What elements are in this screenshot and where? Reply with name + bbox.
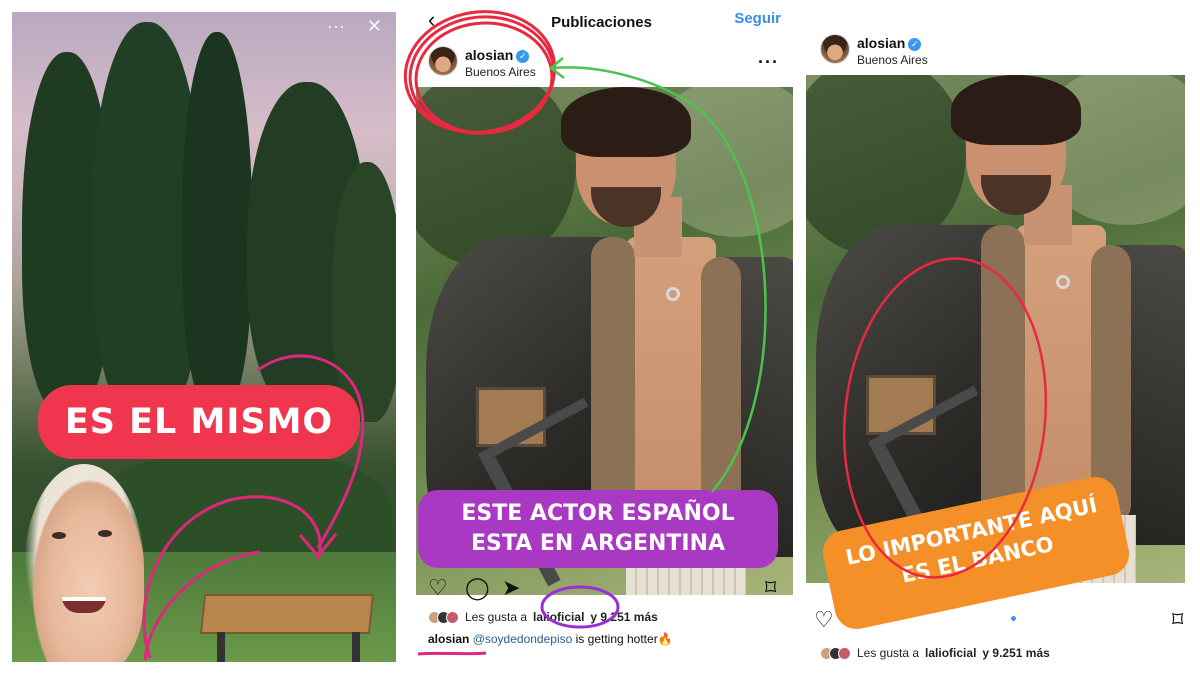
post-header: alosian ✓ Buenos Aires: [802, 32, 1185, 76]
location[interactable]: Buenos Aires: [857, 53, 928, 67]
liker-avatars: [820, 646, 851, 660]
liker-avatars: [428, 610, 459, 624]
username-text[interactable]: alosian: [857, 35, 905, 51]
username[interactable]: alosian ✓: [857, 35, 922, 51]
likes-line[interactable]: Les gusta a lalioficial y 9.251 más: [820, 646, 1050, 660]
tree: [332, 162, 396, 422]
story-controls: ··· ✕: [327, 16, 382, 37]
bench: [199, 594, 375, 634]
avatar[interactable]: [428, 46, 458, 76]
location[interactable]: Buenos Aires: [465, 65, 536, 79]
likes-count[interactable]: y 9.251 más: [590, 610, 657, 624]
bench-leg: [217, 632, 225, 662]
heart-icon[interactable]: ♡: [428, 574, 448, 602]
pendant: [1056, 275, 1070, 289]
bench-leg: [352, 632, 360, 662]
likes-user[interactable]: lalioficial: [533, 610, 584, 624]
caption: alosian @soydedondepiso is getting hotte…: [428, 632, 673, 646]
likes-line[interactable]: Les gusta a lalioficial y 9.251 más: [428, 610, 658, 624]
pendant: [666, 287, 680, 301]
share-icon[interactable]: ➤: [502, 574, 520, 602]
action-bar: ♡ ◯ ➤ ⌑: [410, 574, 793, 602]
likes-user[interactable]: lalioficial: [925, 646, 976, 660]
bookmark-icon[interactable]: ⌑: [1172, 606, 1183, 634]
likes-prefix: Les gusta a: [857, 646, 920, 660]
hair: [561, 87, 691, 157]
story-panel: ··· ✕: [12, 12, 396, 662]
hair: [951, 75, 1081, 145]
sticker-actor-espanol: ESTE ACTOR ESPAÑOL ESTA EN ARGENTINA: [418, 490, 778, 568]
username-text[interactable]: alosian: [465, 47, 513, 63]
username[interactable]: alosian ✓: [465, 47, 530, 63]
person-face: [24, 464, 144, 662]
caption-user[interactable]: alosian: [428, 632, 469, 646]
sticker-es-el-mismo: ES EL MISMO: [38, 385, 360, 459]
tree: [182, 32, 252, 412]
more-icon[interactable]: ···: [327, 16, 345, 37]
eye: [98, 530, 112, 537]
more-icon[interactable]: ···: [758, 52, 779, 73]
avatar[interactable]: [820, 34, 850, 64]
carousel-dot: [1011, 616, 1016, 621]
bookmark-icon[interactable]: ⌑: [765, 574, 776, 602]
post-header: alosian ✓ Buenos Aires ···: [410, 44, 793, 88]
close-icon[interactable]: ✕: [367, 16, 382, 37]
likes-count[interactable]: y 9.251 más: [982, 646, 1049, 660]
heart-icon[interactable]: ♡: [814, 606, 834, 634]
likes-prefix: Les gusta a: [465, 610, 528, 624]
eye: [52, 532, 66, 539]
top-bar: ‹ Publicaciones Seguir: [410, 4, 793, 38]
caption-text: is getting hotter🔥: [575, 632, 673, 646]
verified-icon: ✓: [516, 50, 530, 63]
comment-icon[interactable]: ◯: [465, 574, 490, 602]
caption-mention[interactable]: @soydedondepiso: [473, 632, 573, 646]
verified-icon: ✓: [908, 38, 922, 51]
post-panel-a: ‹ Publicaciones Seguir alosian ✓ Buenos A…: [410, 0, 793, 675]
follow-button[interactable]: Seguir: [734, 10, 781, 27]
